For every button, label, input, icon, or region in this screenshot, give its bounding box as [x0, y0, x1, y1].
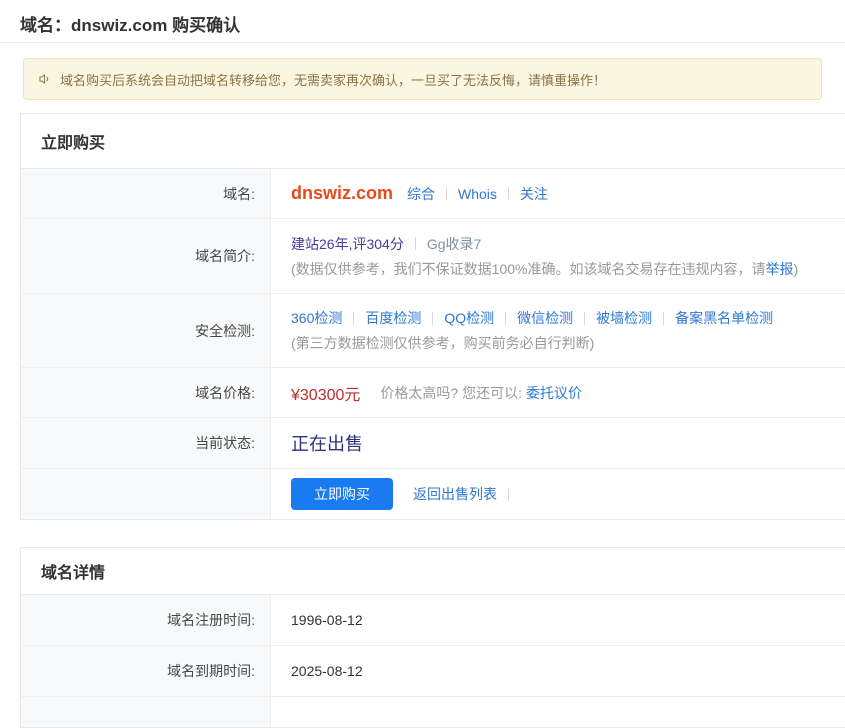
expiry-date-label: 域名到期时间:	[21, 646, 271, 696]
domain-label: 域名:	[21, 169, 271, 218]
actions-label-empty	[21, 469, 271, 519]
registered-date-value: 1996-08-12	[291, 612, 845, 628]
separator	[432, 312, 433, 325]
security-label: 安全检测:	[21, 294, 271, 367]
security-link-gfw[interactable]: 被墙检测	[596, 308, 652, 328]
separator	[663, 312, 664, 325]
buy-panel-title: 立即购买	[21, 114, 845, 169]
bargain-link[interactable]: 委托议价	[526, 383, 582, 403]
table-row-security: 安全检测: 360检测 百度检测 QQ检测 微信检测 被墙检测 备案黑名单检测 …	[21, 294, 845, 368]
expiry-date-value: 2025-08-12	[291, 663, 845, 679]
price-label: 域名价格:	[21, 368, 271, 417]
table-row-partial	[21, 697, 845, 727]
security-link-baidu[interactable]: 百度检测	[365, 308, 421, 328]
buy-panel: 立即购买 域名: dnswiz.com 综合 Whois 关注 域名简介: 建站…	[20, 113, 845, 520]
notice-text: 域名购买后系统会自动把域名转移给您，无需卖家再次确认，一旦买了无法反悔，请慎重操…	[60, 70, 606, 89]
speaker-icon	[38, 72, 52, 86]
back-to-list-link[interactable]: 返回出售列表	[413, 484, 497, 504]
page-title: 域名：dnswiz.com 购买确认	[20, 11, 240, 36]
buy-now-button[interactable]: 立即购买	[291, 478, 393, 510]
intro-note: (数据仅供参考，我们不保证数据100%准确。如该域名交易存在违规内容，请 举报 …	[291, 259, 845, 279]
security-link-wechat[interactable]: 微信检测	[517, 308, 573, 328]
security-link-qq[interactable]: QQ检测	[444, 308, 494, 328]
notice-banner: 域名购买后系统会自动把域名转移给您，无需卖家再次确认，一旦买了无法反悔，请慎重操…	[23, 58, 822, 100]
table-row-expiry-date: 域名到期时间: 2025-08-12	[21, 646, 845, 697]
title-divider	[0, 42, 845, 43]
table-row-price: 域名价格: ¥30300元 价格太高吗? 您还可以: 委托议价	[21, 368, 845, 418]
separator	[353, 312, 354, 325]
intro-note-suffix: )	[793, 261, 798, 277]
domain-link-composite[interactable]: 综合	[407, 184, 435, 204]
table-row-intro: 域名简介: 建站26年,评304分 Gg收录7 (数据仅供参考，我们不保证数据1…	[21, 219, 845, 294]
separator	[508, 187, 509, 200]
report-link[interactable]: 举报	[765, 259, 793, 279]
price-value: ¥30300元	[291, 381, 360, 405]
intro-note-prefix: (数据仅供参考，我们不保证数据100%准确。如该域名交易存在违规内容，请	[291, 259, 765, 279]
site-age-score-link[interactable]: 建站26年,评304分	[291, 234, 404, 254]
separator	[584, 312, 585, 325]
separator	[415, 237, 416, 250]
table-row-status: 当前状态: 正在出售	[21, 418, 845, 469]
registered-date-label: 域名注册时间:	[21, 595, 271, 645]
table-row-actions: 立即购买 返回出售列表	[21, 469, 845, 519]
detail-panel-title: 域名详情	[21, 548, 845, 595]
separator	[446, 187, 447, 200]
security-link-icp-blacklist[interactable]: 备案黑名单检测	[675, 308, 773, 328]
domain-name: dnswiz.com	[291, 183, 393, 204]
google-index-link[interactable]: Gg收录7	[427, 234, 481, 254]
separator	[505, 312, 506, 325]
intro-label: 域名简介:	[21, 219, 271, 293]
table-row-domain: 域名: dnswiz.com 综合 Whois 关注	[21, 169, 845, 219]
status-value: 正在出售	[291, 430, 363, 456]
domain-link-whois[interactable]: Whois	[458, 186, 497, 202]
security-note: (第三方数据检测仅供参考，购买前务必自行判断)	[291, 333, 845, 353]
domain-link-follow[interactable]: 关注	[520, 184, 548, 204]
security-link-360[interactable]: 360检测	[291, 308, 342, 328]
status-label: 当前状态:	[21, 418, 271, 468]
table-row-registered-date: 域名注册时间: 1996-08-12	[21, 595, 845, 646]
separator	[508, 488, 509, 501]
price-hint: 价格太高吗? 您还可以:	[380, 383, 522, 403]
